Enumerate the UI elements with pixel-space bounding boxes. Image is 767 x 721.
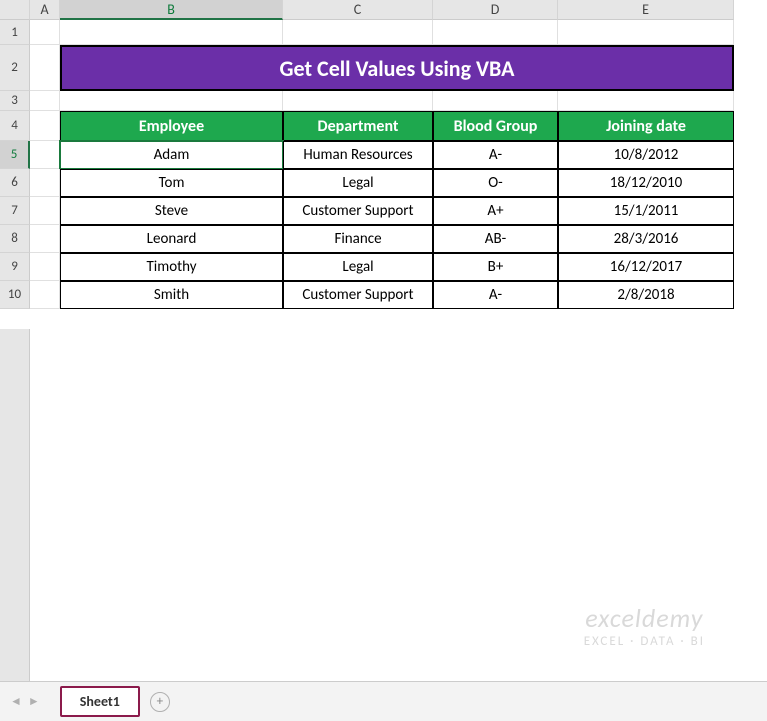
col-header-A[interactable]: A xyxy=(30,0,60,20)
col-header-B[interactable]: B xyxy=(60,0,283,20)
cell-C9[interactable]: Legal xyxy=(283,253,433,281)
row-header-4[interactable]: 4 xyxy=(0,111,30,141)
cell-D7[interactable]: A+ xyxy=(433,197,558,225)
cell-D6[interactable]: O- xyxy=(433,169,558,197)
header-joining[interactable]: Joining date xyxy=(558,111,734,141)
row-header-3[interactable]: 3 xyxy=(0,91,30,111)
cell-D8[interactable]: AB- xyxy=(433,225,558,253)
spreadsheet-grid: A B C D E 1 2 Get Cell Values Using VBA … xyxy=(0,0,767,309)
cell-C5[interactable]: Human Resources xyxy=(283,141,433,169)
cell-D3[interactable] xyxy=(433,91,558,111)
tab-nav: ◄ ► xyxy=(10,694,40,709)
row-header-5[interactable]: 5 xyxy=(0,141,30,169)
cell-D1[interactable] xyxy=(433,20,558,45)
cell-D5[interactable]: A- xyxy=(433,141,558,169)
cell-A9[interactable] xyxy=(30,253,60,281)
add-sheet-button[interactable]: + xyxy=(150,692,170,712)
cell-E9[interactable]: 16/12/2017 xyxy=(558,253,734,281)
cell-E10[interactable]: 2/8/2018 xyxy=(558,281,734,309)
cell-C1[interactable] xyxy=(283,20,433,45)
cell-A2[interactable] xyxy=(30,45,60,91)
cell-C10[interactable]: Customer Support xyxy=(283,281,433,309)
cell-A5[interactable] xyxy=(30,141,60,169)
row-header-9[interactable]: 9 xyxy=(0,253,30,281)
cell-C6[interactable]: Legal xyxy=(283,169,433,197)
cell-A10[interactable] xyxy=(30,281,60,309)
cell-C7[interactable]: Customer Support xyxy=(283,197,433,225)
header-employee[interactable]: Employee xyxy=(60,111,283,141)
title-banner[interactable]: Get Cell Values Using VBA xyxy=(60,45,734,91)
row-header-8[interactable]: 8 xyxy=(0,225,30,253)
cell-E1[interactable] xyxy=(558,20,734,45)
cell-B1[interactable] xyxy=(60,20,283,45)
watermark: exceldemy EXCEL · DATA · BI xyxy=(584,602,705,649)
cell-A1[interactable] xyxy=(30,20,60,45)
cell-B5[interactable]: Adam xyxy=(60,141,283,169)
cell-A7[interactable] xyxy=(30,197,60,225)
col-header-E[interactable]: E xyxy=(558,0,734,20)
row-header-6[interactable]: 6 xyxy=(0,169,30,197)
cell-B10[interactable]: Smith xyxy=(60,281,283,309)
select-all-corner[interactable] xyxy=(0,0,30,20)
sheet-tab-sheet1[interactable]: Sheet1 xyxy=(60,686,140,717)
cell-B3[interactable] xyxy=(60,91,283,111)
cell-B7[interactable]: Steve xyxy=(60,197,283,225)
cell-D9[interactable]: B+ xyxy=(433,253,558,281)
cell-E6[interactable]: 18/12/2010 xyxy=(558,169,734,197)
cell-A3[interactable] xyxy=(30,91,60,111)
row-header-1[interactable]: 1 xyxy=(0,20,30,45)
cell-B6[interactable]: Tom xyxy=(60,169,283,197)
row-header-2[interactable]: 2 xyxy=(0,45,30,91)
col-header-D[interactable]: D xyxy=(433,0,558,20)
cell-C8[interactable]: Finance xyxy=(283,225,433,253)
row-header-7[interactable]: 7 xyxy=(0,197,30,225)
header-blood[interactable]: Blood Group xyxy=(433,111,558,141)
header-department[interactable]: Department xyxy=(283,111,433,141)
cell-E3[interactable] xyxy=(558,91,734,111)
cell-E7[interactable]: 15/1/2011 xyxy=(558,197,734,225)
cell-B9[interactable]: Timothy xyxy=(60,253,283,281)
col-header-C[interactable]: C xyxy=(283,0,433,20)
cell-E8[interactable]: 28/3/2016 xyxy=(558,225,734,253)
cell-A6[interactable] xyxy=(30,169,60,197)
cell-B8[interactable]: Leonard xyxy=(60,225,283,253)
watermark-brand: exceldemy xyxy=(584,602,705,634)
cell-A8[interactable] xyxy=(30,225,60,253)
sheet-tab-bar: ◄ ► Sheet1 + xyxy=(0,681,767,721)
watermark-tagline: EXCEL · DATA · BI xyxy=(584,634,705,649)
tab-next-icon[interactable]: ► xyxy=(28,694,40,709)
cell-A4[interactable] xyxy=(30,111,60,141)
row-gutter-empty xyxy=(0,329,30,681)
cell-E5[interactable]: 10/8/2012 xyxy=(558,141,734,169)
row-header-10[interactable]: 10 xyxy=(0,281,30,309)
tab-prev-icon[interactable]: ◄ xyxy=(10,694,22,709)
cell-D10[interactable]: A- xyxy=(433,281,558,309)
plus-icon: + xyxy=(157,694,163,709)
cell-C3[interactable] xyxy=(283,91,433,111)
